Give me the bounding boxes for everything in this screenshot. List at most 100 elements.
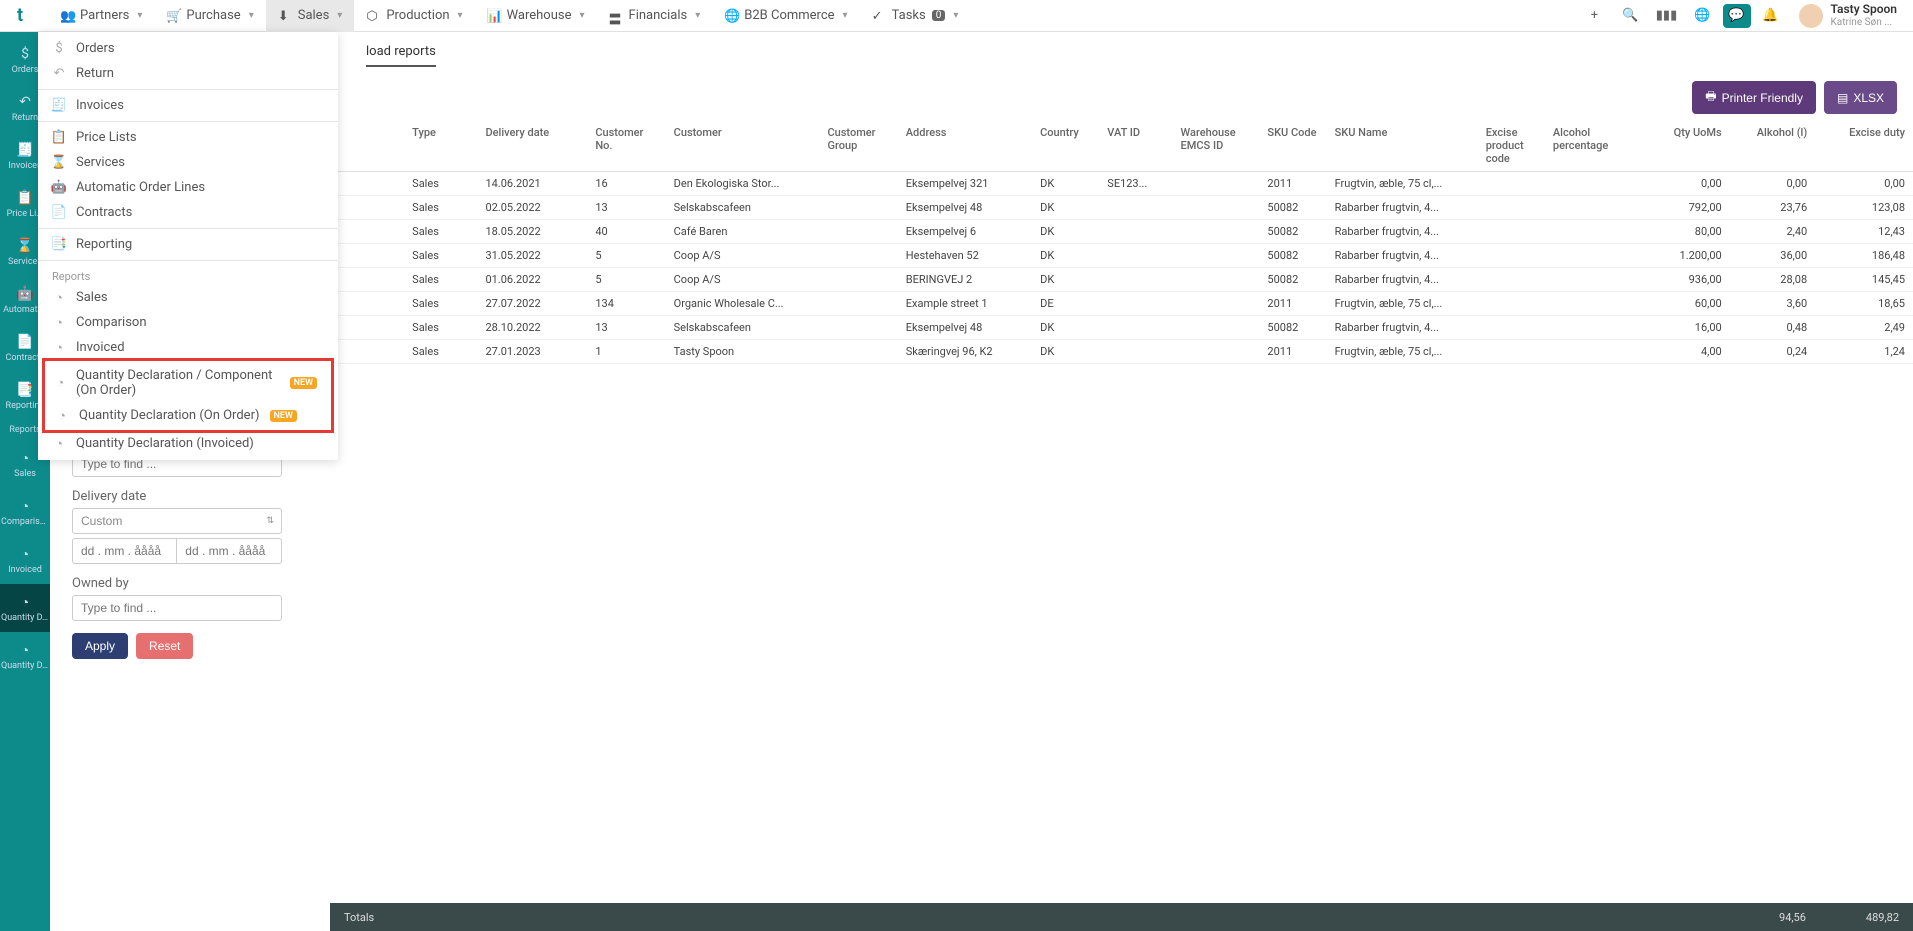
sales-dropdown: $Orders ↶Return 🧾Invoices 📋Price Lists ⌛… <box>38 32 338 460</box>
nav-label: Warehouse <box>507 8 572 23</box>
th-emcs[interactable]: Warehouse EMCS ID <box>1173 120 1260 172</box>
th-excise[interactable]: Excise product code <box>1478 120 1545 172</box>
th-alcpct[interactable]: Alcohol percentage <box>1545 120 1632 172</box>
nav-warehouse[interactable]: 📊 Warehouse ▾ <box>475 0 597 32</box>
filter-label: Owned by <box>72 576 282 591</box>
date-from-input[interactable] <box>72 538 177 564</box>
th-sku[interactable]: SKU Code <box>1259 120 1326 172</box>
app-logo[interactable]: t <box>8 4 32 28</box>
chevron-down-icon: ▾ <box>843 10 848 21</box>
robot-icon: 🤖 <box>16 285 34 303</box>
delivery-date-select[interactable] <box>72 508 282 534</box>
chart-icon: ◔ <box>16 497 34 515</box>
user-menu[interactable]: Tasty Spoon Katrine Søn ... <box>1791 3 1906 27</box>
chat-icon[interactable]: 💬 <box>1723 4 1751 28</box>
tasks-badge: 0 <box>932 10 946 21</box>
chart-icon: ◔ <box>52 341 66 355</box>
chevron-down-icon: ▾ <box>695 10 700 21</box>
dd-invoices[interactable]: 🧾Invoices <box>38 93 338 118</box>
barcode-icon[interactable]: ▮▮▮ <box>1651 0 1683 32</box>
divider <box>38 228 338 229</box>
nav-sales[interactable]: ⬇ Sales ▾ <box>266 0 355 32</box>
reset-button[interactable]: Reset <box>136 633 193 659</box>
globe-icon[interactable]: 🌐 <box>1687 0 1719 32</box>
invoice-icon: 🧾 <box>52 99 66 113</box>
dd-qty-decl-onorder[interactable]: ◔Quantity Declaration (On Order)NEW <box>45 403 331 428</box>
nav-label: Partners <box>80 8 129 23</box>
filter-label: Delivery date <box>72 489 282 504</box>
search-icon[interactable]: 🔍 <box>1615 0 1647 32</box>
dd-report-comparison[interactable]: ◔Comparison <box>38 310 338 335</box>
chevron-down-icon: ▾ <box>458 10 463 21</box>
th-vat[interactable]: VAT ID <box>1099 120 1172 172</box>
dollar-icon: $ <box>16 45 34 63</box>
nav-label: B2B Commerce <box>744 8 834 23</box>
th-address[interactable]: Address <box>898 120 1032 172</box>
sales-icon: ⬇ <box>278 9 292 23</box>
divider <box>38 260 338 261</box>
nav-partners[interactable]: 👥 Partners ▾ <box>48 0 154 32</box>
nav-b2b[interactable]: 🌐 B2B Commerce ▾ <box>712 0 859 32</box>
dd-services[interactable]: ⌛Services <box>38 150 338 175</box>
content-area: $Orders ↶Return 🧾Invoices 📋Price Lists ⌛… <box>50 32 1913 931</box>
vside-quantity-d2[interactable]: ◔Quantity D... <box>0 632 50 680</box>
xlsx-icon: ▤ <box>1837 91 1848 105</box>
printer-friendly-button[interactable]: 🖶Printer Friendly <box>1692 81 1816 114</box>
pricelist-icon: 📋 <box>52 131 66 145</box>
dd-qty-decl-invoiced[interactable]: ◔Quantity Declaration (Invoiced) <box>38 431 338 456</box>
vside-comparison[interactable]: ◔Comparison <box>0 488 50 536</box>
dollar-icon: $ <box>52 42 66 56</box>
th-group[interactable]: Customer Group <box>819 120 897 172</box>
chart-icon: ◔ <box>52 437 66 451</box>
xlsx-button[interactable]: ▤XLSX <box>1824 81 1897 114</box>
apply-button[interactable]: Apply <box>72 633 128 659</box>
top-nav: t 👥 Partners ▾ 🛒 Purchase ▾ ⬇ Sales ▾ ⬡ … <box>0 0 1913 32</box>
chevron-down-icon: ▾ <box>580 10 585 21</box>
owned-by-input[interactable] <box>72 595 282 621</box>
filter-delivery-date: Delivery date <box>72 489 282 564</box>
th-cno[interactable]: Customer No. <box>587 120 665 172</box>
vside-invoiced[interactable]: ◔Invoiced <box>0 536 50 584</box>
th-qty[interactable]: Qty UoMs <box>1632 120 1730 172</box>
dd-reporting[interactable]: 📑Reporting <box>38 232 338 257</box>
chart-icon: ◔ <box>16 641 34 659</box>
user-text: Tasty Spoon Katrine Søn ... <box>1831 3 1898 27</box>
doc-icon: 📄 <box>16 333 34 351</box>
dd-orders[interactable]: $Orders <box>38 36 338 61</box>
totals-alcl: 94,56 <box>1779 911 1806 924</box>
nav-purchase[interactable]: 🛒 Purchase ▾ <box>154 0 265 32</box>
chart-icon: ◔ <box>55 409 69 423</box>
nav-financials[interactable]: 〓 Financials ▾ <box>597 0 713 32</box>
financials-icon: 〓 <box>609 9 623 23</box>
th-alcl[interactable]: Alkohol (l) <box>1730 120 1815 172</box>
add-icon[interactable]: + <box>1579 0 1611 32</box>
bell-icon[interactable]: 🔔 <box>1755 0 1787 32</box>
th-customer[interactable]: Customer <box>666 120 820 172</box>
report-icon: 📑 <box>16 381 34 399</box>
nav-label: Purchase <box>186 8 240 23</box>
tab-download-reports[interactable]: load reports <box>366 44 436 67</box>
dd-pricelists[interactable]: 📋Price Lists <box>38 125 338 150</box>
dd-auto-order[interactable]: 🤖Automatic Order Lines <box>38 175 338 200</box>
nav-production[interactable]: ⬡ Production ▾ <box>354 0 474 32</box>
dd-qty-decl-component[interactable]: ◔Quantity Declaration / Component (On Or… <box>45 363 331 403</box>
new-badge: NEW <box>270 410 297 422</box>
th-country[interactable]: Country <box>1032 120 1099 172</box>
dd-report-invoiced[interactable]: ◔Invoiced <box>38 335 338 360</box>
th-delivery[interactable]: Delivery date <box>477 120 587 172</box>
th-duty[interactable]: Excise duty <box>1815 120 1913 172</box>
dd-contracts[interactable]: 📄Contracts <box>38 200 338 225</box>
vside-quantity-d1[interactable]: ◔Quantity D... <box>0 584 50 632</box>
return-icon: ↶ <box>52 67 66 81</box>
user-company: Tasty Spoon <box>1831 3 1898 16</box>
dd-reports-header: Reports <box>38 264 338 285</box>
th-type[interactable]: Type <box>404 120 477 172</box>
check-icon: ✓ <box>872 9 886 23</box>
dd-report-sales[interactable]: ◔Sales <box>38 285 338 310</box>
totals-bar: Totals 94,56 489,82 <box>330 903 1913 931</box>
dd-return[interactable]: ↶Return <box>38 61 338 86</box>
th-skuname[interactable]: SKU Name <box>1327 120 1478 172</box>
date-to-input[interactable] <box>177 538 282 564</box>
nav-tasks[interactable]: ✓ Tasks 0 ▾ <box>860 0 971 32</box>
pricelist-icon: 📋 <box>16 189 34 207</box>
